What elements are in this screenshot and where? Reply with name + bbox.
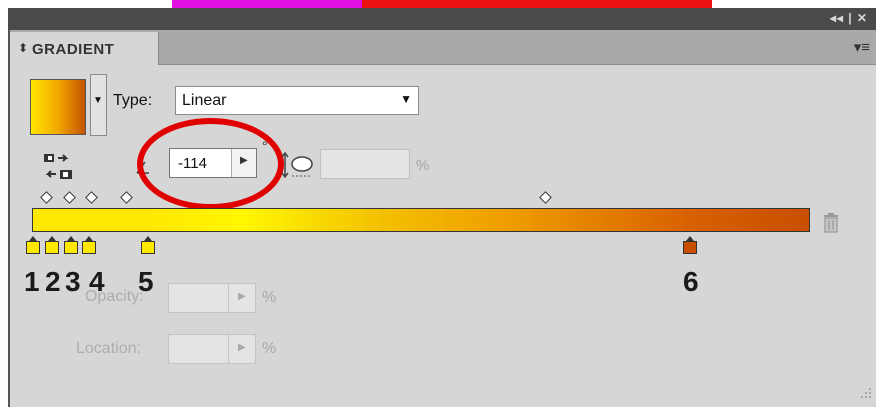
triangle-right-icon: ▶	[238, 342, 246, 353]
background-canvas	[0, 0, 876, 8]
midpoint-diamond[interactable]	[63, 191, 76, 204]
swatch-dropdown-button[interactable]: ▼	[90, 74, 107, 136]
tab-gradient[interactable]: ⬍ GRADIENT	[10, 32, 159, 65]
midpoint-diamond[interactable]	[40, 191, 53, 204]
panel-titlebar[interactable]: ◂◂ | ✕	[8, 8, 876, 30]
color-stop-swatch	[26, 241, 40, 254]
tab-gradient-label: GRADIENT	[32, 41, 115, 58]
color-stop-1[interactable]	[26, 236, 40, 254]
opacity-input[interactable]: ▶	[168, 283, 256, 313]
stop-number-label: 3	[65, 266, 81, 297]
opacity-percent-label: %	[262, 289, 277, 306]
color-stop-swatch	[82, 241, 96, 254]
gradient-slider[interactable]	[32, 208, 810, 232]
stop-number-label: 1	[24, 266, 40, 297]
color-stop-5[interactable]	[141, 236, 155, 254]
color-stop-swatch	[683, 241, 697, 254]
location-stepper-button[interactable]: ▶	[228, 335, 255, 363]
color-stop-6[interactable]	[683, 236, 697, 254]
opacity-label: Opacity:	[85, 288, 144, 305]
magenta-shape	[172, 0, 362, 8]
aspect-ratio-input[interactable]	[320, 149, 410, 179]
color-stop-swatch	[64, 241, 78, 254]
type-select[interactable]: Linear ▼	[175, 86, 419, 115]
midpoint-diamond[interactable]	[120, 191, 133, 204]
red-shape	[362, 0, 712, 8]
midpoint-diamond[interactable]	[85, 191, 98, 204]
location-input[interactable]: ▶	[168, 334, 256, 364]
type-select-value: Linear	[182, 92, 227, 109]
gradient-panel: ⬍ GRADIENT ▾≡ ▼ Type: Linear ▼ -114 ▶ ° …	[8, 30, 876, 407]
opacity-stepper-button[interactable]: ▶	[228, 284, 255, 312]
color-stop-swatch	[141, 241, 155, 254]
panel-menu-icon[interactable]: ▾≡	[854, 38, 870, 56]
red-highlight-circle	[137, 118, 284, 210]
location-percent-label: %	[262, 340, 277, 357]
chevron-down-icon: ▼	[400, 92, 412, 106]
aspect-percent-label: %	[416, 157, 430, 174]
aspect-ratio-icon	[281, 151, 313, 179]
color-stop-3[interactable]	[64, 236, 78, 254]
triangle-down-icon: ▼	[93, 95, 103, 106]
stop-number-label: 6	[683, 266, 699, 297]
location-label: Location:	[76, 340, 141, 357]
type-label: Type:	[113, 92, 153, 109]
trash-icon[interactable]	[822, 212, 840, 234]
resize-grip-icon[interactable]	[858, 385, 872, 399]
panel-tab-row: ⬍ GRADIENT ▾≡	[10, 30, 876, 65]
color-stop-4[interactable]	[82, 236, 96, 254]
triangle-right-icon: ▶	[238, 291, 246, 302]
reverse-gradient-icon[interactable]	[42, 152, 76, 184]
panel-options-toggle-icon[interactable]: ⬍	[18, 41, 28, 55]
collapse-close-controls[interactable]: ◂◂ | ✕	[830, 11, 868, 25]
gradient-swatch[interactable]	[30, 79, 86, 135]
stop-number-label: 2	[45, 266, 61, 297]
color-stop-2[interactable]	[45, 236, 59, 254]
midpoint-diamond[interactable]	[539, 191, 552, 204]
color-stop-swatch	[45, 241, 59, 254]
